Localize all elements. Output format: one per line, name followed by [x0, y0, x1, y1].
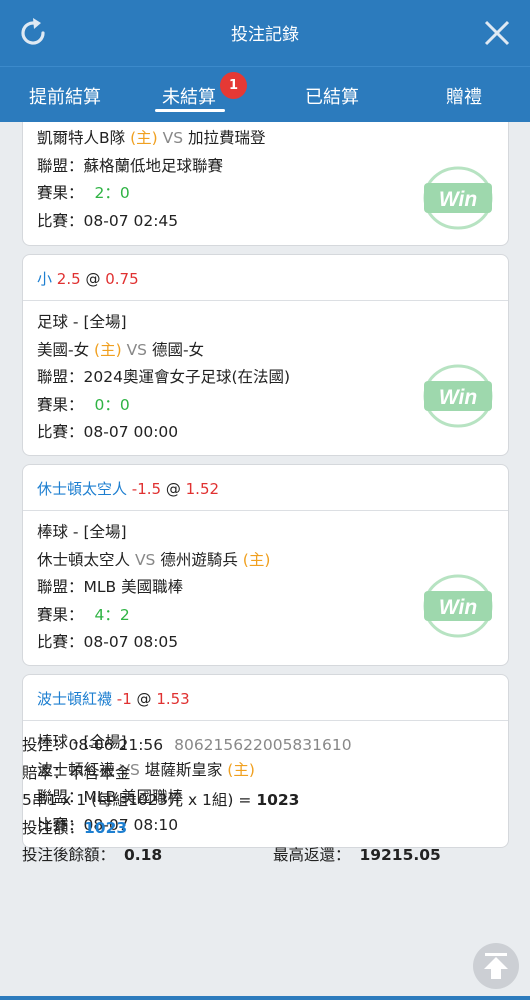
tab-gifts[interactable]: 贈禮	[446, 83, 482, 109]
sport-line: 足球 - [全場]	[37, 313, 127, 331]
tab-early-settle[interactable]: 提前結算	[29, 83, 101, 109]
win-stamp-icon: Win	[423, 574, 493, 638]
max-return: 最高返還： 19215.05	[273, 846, 441, 864]
match-line: 凱爾特人B隊 (主) VS 加拉費瑞登	[37, 129, 266, 147]
bottom-edge	[0, 996, 530, 1000]
active-tab-indicator	[155, 109, 225, 112]
bet-pick: 波士頓紅襪 -1 @ 1.53	[23, 675, 508, 721]
close-icon[interactable]	[478, 14, 516, 52]
odds-line: 賠率：不含本金	[22, 763, 131, 782]
bet-pick: 休士頓太空人 -1.5 @ 1.52	[23, 465, 508, 511]
bet-card: 小 2.5 @ 0.75 足球 - [全場] 美國-女 (主) VS 德國-女 …	[22, 254, 509, 456]
unsettled-count-badge: 1	[220, 72, 247, 99]
balance-line: 投注後餘額： 0.18 最高返還： 19215.05	[22, 842, 509, 870]
title-bar: 投注記錄	[0, 0, 530, 66]
tab-bar: 提前結算 未結算 1 已結算 贈禮	[0, 66, 530, 122]
combo-line: 5串1 x 1 (每組1023元 x 1組) = 1023	[22, 791, 300, 809]
page-title: 投注記錄	[231, 25, 299, 45]
svg-text:Win: Win	[439, 188, 477, 211]
win-stamp-icon: Win	[423, 364, 493, 428]
sport-line: 棒球 - [全場]	[37, 523, 127, 541]
bet-summary: 投注：08-06 21:56 806215622005831610 賠率：不含本…	[22, 732, 509, 870]
bet-card: 凱爾特人B隊 (主) VS 加拉費瑞登 聯盟：蘇格蘭低地足球聯賽 賽果： 2：0…	[22, 122, 509, 246]
tab-unsettled[interactable]: 未結算	[162, 83, 216, 109]
tab-settled[interactable]: 已結算	[305, 83, 359, 109]
match-line: 休士頓太空人 VS 德州遊騎兵 (主)	[37, 550, 271, 569]
win-stamp-icon: Win	[423, 166, 493, 230]
arrow-up-icon[interactable]	[472, 942, 520, 990]
svg-text:Win: Win	[439, 596, 477, 619]
bet-time-line: 投注：08-06 21:56 806215622005831610	[22, 736, 352, 754]
bet-card: 休士頓太空人 -1.5 @ 1.52 棒球 - [全場] 休士頓太空人 VS 德…	[22, 464, 509, 666]
stake-line: 投注額：1023	[22, 818, 128, 837]
svg-text:Win: Win	[439, 386, 477, 409]
match-line: 美國-女 (主) VS 德國-女	[37, 340, 205, 359]
bet-pick: 小 2.5 @ 0.75	[23, 255, 508, 301]
